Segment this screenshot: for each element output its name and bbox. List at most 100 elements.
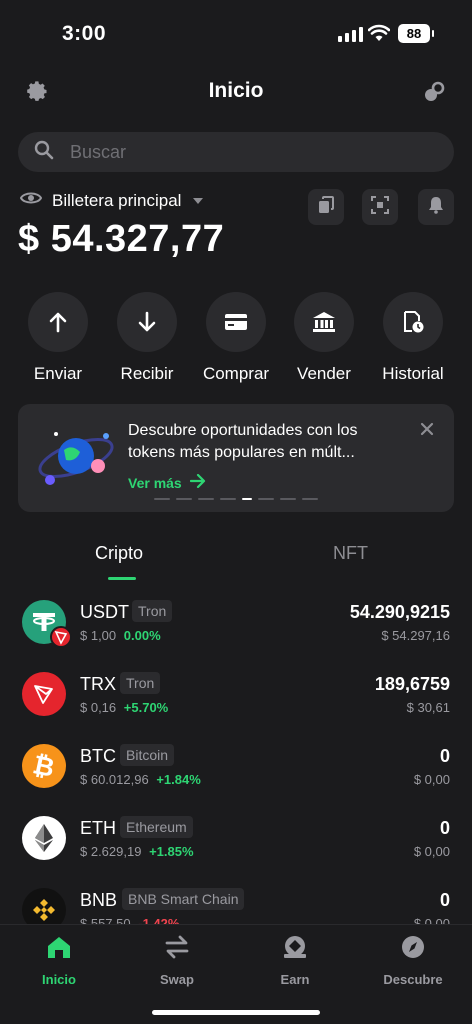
nav-discover[interactable]: Descubre (354, 935, 472, 987)
receive-label: Recibir (120, 364, 174, 383)
token-symbol: BNB (80, 890, 118, 910)
planet-illustration (36, 422, 118, 497)
scan-button[interactable] (362, 189, 398, 225)
token-value: $ 54.297,16 (381, 628, 450, 643)
token-change: 0.00% (123, 628, 161, 643)
notifications-button[interactable] (418, 189, 454, 225)
carousel-indicator (154, 498, 318, 500)
status-bar: 3:00 88 (0, 0, 472, 60)
see-more-label: Ver más (128, 474, 182, 491)
close-icon[interactable] (420, 422, 434, 441)
nav-earn[interactable]: Earn (236, 935, 354, 987)
bank-icon (294, 292, 354, 352)
token-value: $ 30,61 (406, 700, 450, 715)
history-icon (383, 292, 443, 352)
card-icon (206, 292, 266, 352)
wifi-icon (367, 24, 391, 47)
see-more-link[interactable]: Ver más (128, 473, 206, 491)
history-action[interactable]: Historial (368, 292, 458, 384)
promo-banner[interactable]: Descubre oportunidades con los tokens má… (18, 404, 454, 512)
nav-earn-label: Earn (280, 972, 310, 987)
token-price: $ 2.629,19 (80, 844, 142, 859)
status-time: 3:00 (62, 22, 107, 45)
token-row-eth[interactable]: ETH Ethereum $ 2.629,19 +1.85% 0 $ 0,00 (0, 816, 472, 888)
token-price-line: $ 1,00 0.00% (80, 628, 161, 643)
buy-action[interactable]: Comprar (191, 292, 281, 384)
token-amount: 0 (439, 746, 450, 766)
nav-home-label: Inicio (42, 972, 76, 987)
arrow-up-icon (28, 292, 88, 352)
token-network: BNB Smart Chain (122, 888, 245, 910)
sell-label: Vender (297, 364, 351, 383)
wallet-balance: $ 54.327,77 (18, 218, 225, 260)
tab-nft[interactable]: NFT (333, 543, 368, 564)
token-price-line: $ 60.012,96 +1.84% (80, 772, 201, 787)
token-amount: 54.290,9215 (349, 602, 450, 622)
sell-action[interactable]: Vender (279, 292, 369, 384)
arrow-down-icon (117, 292, 177, 352)
cellular-signal-icon (338, 26, 363, 42)
token-amount: 0 (439, 818, 450, 838)
search-input[interactable] (70, 141, 410, 163)
battery-indicator: 88 (398, 24, 434, 43)
compass-icon (400, 935, 426, 964)
scan-icon (371, 195, 389, 219)
receive-action[interactable]: Recibir (102, 292, 192, 384)
token-network: Tron (132, 600, 173, 622)
banner-text: Descubre oportunidades con los tokens má… (128, 422, 358, 461)
nav-swap[interactable]: Swap (118, 935, 236, 987)
copy-icon (317, 195, 335, 219)
token-row-usdt[interactable]: USDT Tron $ 1,00 0.00% 54.290,9215 $ 54.… (0, 600, 472, 672)
buy-label: Comprar (202, 364, 270, 383)
tron-network-badge-icon (50, 626, 72, 648)
wallet-selector[interactable]: Billetera principal (19, 190, 204, 211)
eye-icon[interactable] (19, 190, 43, 211)
token-row-trx[interactable]: TRX Tron $ 0,16 +5.70% 189,6759 $ 30,61 (0, 672, 472, 744)
token-price: $ 0,16 (80, 700, 117, 715)
token-value: $ 0,00 (413, 844, 450, 859)
home-icon (46, 935, 72, 964)
token-change: +1.84% (156, 772, 201, 787)
token-row-btc[interactable]: ₿ BTC Bitcoin $ 60.012,96 +1.84% 0 $ 0,0… (0, 744, 472, 816)
nav-home[interactable]: Inicio (0, 935, 118, 987)
token-value: $ 0,00 (413, 772, 450, 787)
btc-icon: ₿ (22, 744, 66, 788)
eth-icon (22, 816, 66, 860)
token-network: Bitcoin (120, 744, 175, 766)
token-symbol: USDT (80, 602, 129, 622)
send-action[interactable]: Enviar (13, 292, 103, 384)
token-network: Ethereum (120, 816, 193, 838)
token-symbol: TRX (80, 674, 116, 694)
search-bar[interactable] (18, 132, 454, 172)
home-indicator (152, 1010, 320, 1015)
tab-crypto[interactable]: Cripto (95, 543, 143, 564)
nav-swap-label: Swap (160, 972, 194, 987)
nav-discover-label: Descubre (383, 972, 443, 987)
history-label: Historial (382, 364, 444, 383)
token-change: +5.70% (123, 700, 169, 715)
bottom-nav: Inicio Swap Earn Descubre (0, 924, 472, 1024)
send-label: Enviar (33, 364, 83, 383)
chevron-down-icon (193, 197, 204, 204)
page-title: Inicio (208, 79, 264, 102)
token-amount: 0 (439, 890, 450, 910)
connect-icon[interactable] (420, 78, 448, 106)
token-price-line: $ 0,16 +5.70% (80, 700, 168, 715)
swap-icon (164, 935, 190, 964)
copy-address-button[interactable] (308, 189, 344, 225)
search-icon (34, 140, 54, 165)
token-price: $ 1,00 (80, 628, 117, 643)
token-price: $ 60.012,96 (80, 772, 149, 787)
token-change: +1.85% (149, 844, 194, 859)
bell-icon (427, 196, 445, 219)
token-symbol: ETH (80, 818, 116, 838)
token-network: Tron (120, 672, 161, 694)
wallet-name: Billetera principal (52, 190, 182, 210)
earn-icon (282, 935, 308, 964)
arrow-right-icon (189, 473, 206, 491)
token-amount: 189,6759 (374, 674, 450, 694)
token-symbol: BTC (80, 746, 116, 766)
trx-icon (22, 672, 66, 716)
token-price-line: $ 2.629,19 +1.85% (80, 844, 194, 859)
active-tab-indicator (108, 577, 136, 580)
